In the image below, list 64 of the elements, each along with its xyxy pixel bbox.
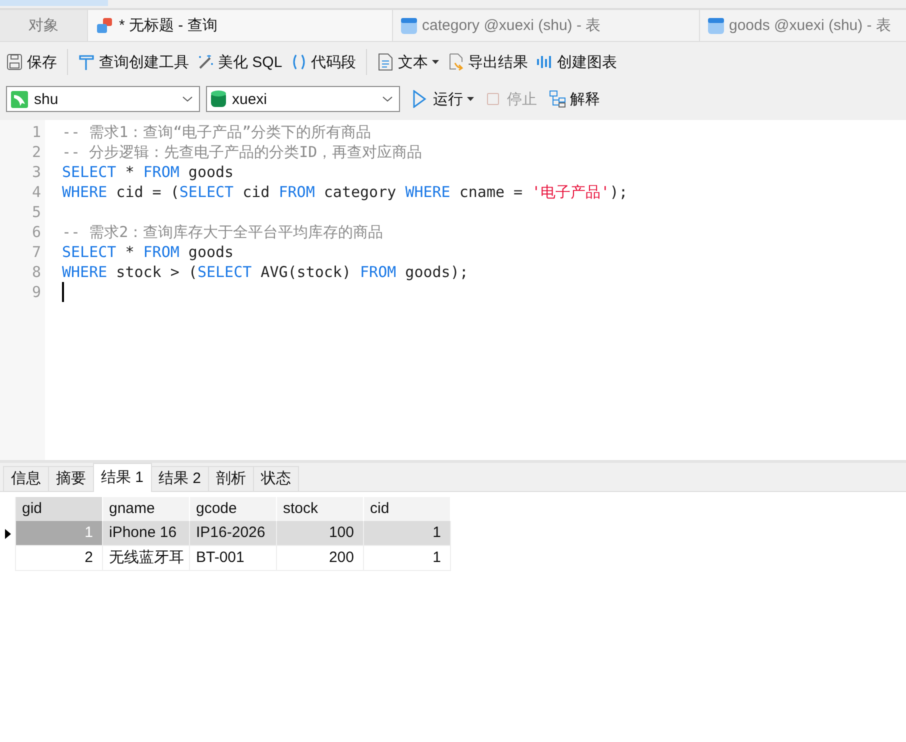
code-line: WHERE stock > (SELECT AVG(stock) FROM goods); [62, 262, 468, 282]
result-tab[interactable]: 状态 [253, 466, 300, 491]
table-cell: 1 [16, 521, 103, 546]
toolbar-button[interactable]: 运行 [412, 90, 474, 108]
chart-icon [536, 53, 554, 71]
table-icon [401, 18, 417, 34]
column-header[interactable]: gcode [190, 497, 277, 521]
toolbar-button[interactable]: 代码段 [290, 52, 356, 72]
editor-tab[interactable]: goods @xuexi (shu) - 表 [700, 10, 906, 41]
code-line: SELECT * FROM goods [62, 242, 234, 262]
editor-tab[interactable]: * 无标题 - 查询 [88, 10, 393, 41]
table-cell: 无线蓝牙耳 [103, 546, 190, 571]
table-cell: BT-001 [190, 546, 277, 571]
result-tab[interactable]: 信息 [3, 466, 49, 491]
database-icon [211, 90, 226, 108]
document-icon [377, 53, 394, 71]
table-cell: 100 [277, 521, 364, 546]
line-number: 2 [30, 142, 42, 162]
code-line: -- 需求1：查询“电子产品”分类下的所有商品 [62, 122, 372, 142]
table-cell: 2 [16, 546, 103, 571]
line-number: 9 [30, 282, 42, 302]
line-number: 1 [30, 122, 42, 142]
brackets-icon [290, 53, 308, 71]
toolbar-button[interactable]: 保存 [6, 52, 57, 72]
chevron-icon [182, 96, 193, 102]
column-header[interactable]: stock [277, 497, 364, 521]
export-icon [447, 53, 464, 71]
editor-tab[interactable]: category @xuexi (shu) - 表 [393, 10, 700, 41]
line-number: 5 [30, 202, 42, 222]
table-icon [708, 18, 724, 34]
result-tab[interactable]: 结果 1 [93, 463, 152, 492]
line-number: 6 [30, 222, 42, 242]
toolbar-button[interactable]: 解释 [549, 90, 600, 108]
code-line: SELECT * FROM goods [62, 162, 234, 182]
line-number: 8 [30, 262, 42, 282]
chevron-icon [382, 96, 393, 102]
table-cell: 1 [364, 521, 451, 546]
toolbar-button[interactable]: 导出结果 [447, 52, 528, 72]
line-number: 3 [30, 162, 42, 182]
dolphin-icon [11, 90, 28, 108]
wand-icon [197, 53, 214, 71]
column-header[interactable]: gid [16, 497, 103, 521]
query-icon [96, 16, 114, 34]
flow-icon [549, 90, 566, 108]
table-cell: 1 [364, 546, 451, 571]
toolbar-button[interactable]: 查询创建工具 [78, 52, 189, 72]
line-number: 7 [30, 242, 42, 262]
toolbar-button[interactable]: 美化 SQL [197, 52, 282, 72]
editor-tab[interactable]: 对象 [0, 10, 88, 41]
column-header[interactable]: cid [364, 497, 451, 521]
column-header[interactable]: gname [103, 497, 190, 521]
toolbar-button[interactable]: 文本 [377, 52, 440, 72]
connection-dropdown[interactable]: shu [6, 86, 200, 112]
database-dropdown[interactable]: xuexi [206, 86, 400, 112]
table-cell: iPhone 16 [103, 521, 190, 546]
table-cell: 200 [277, 546, 364, 571]
table-cell: IP16-2026 [190, 521, 277, 546]
save-icon [6, 53, 23, 71]
line-number: 4 [30, 182, 42, 202]
play-icon [412, 90, 429, 108]
code-line: -- 需求2：查询库存大于全平台平均库存的商品 [62, 222, 384, 242]
code-line: WHERE cid = (SELECT cid FROM category WHERE cname = '电子产品'); [62, 182, 628, 202]
toolbar-button[interactable]: 创建图表 [536, 52, 618, 72]
code-line: -- 分步逻辑：先查电子产品的分类ID，再查对应商品 [62, 142, 422, 162]
